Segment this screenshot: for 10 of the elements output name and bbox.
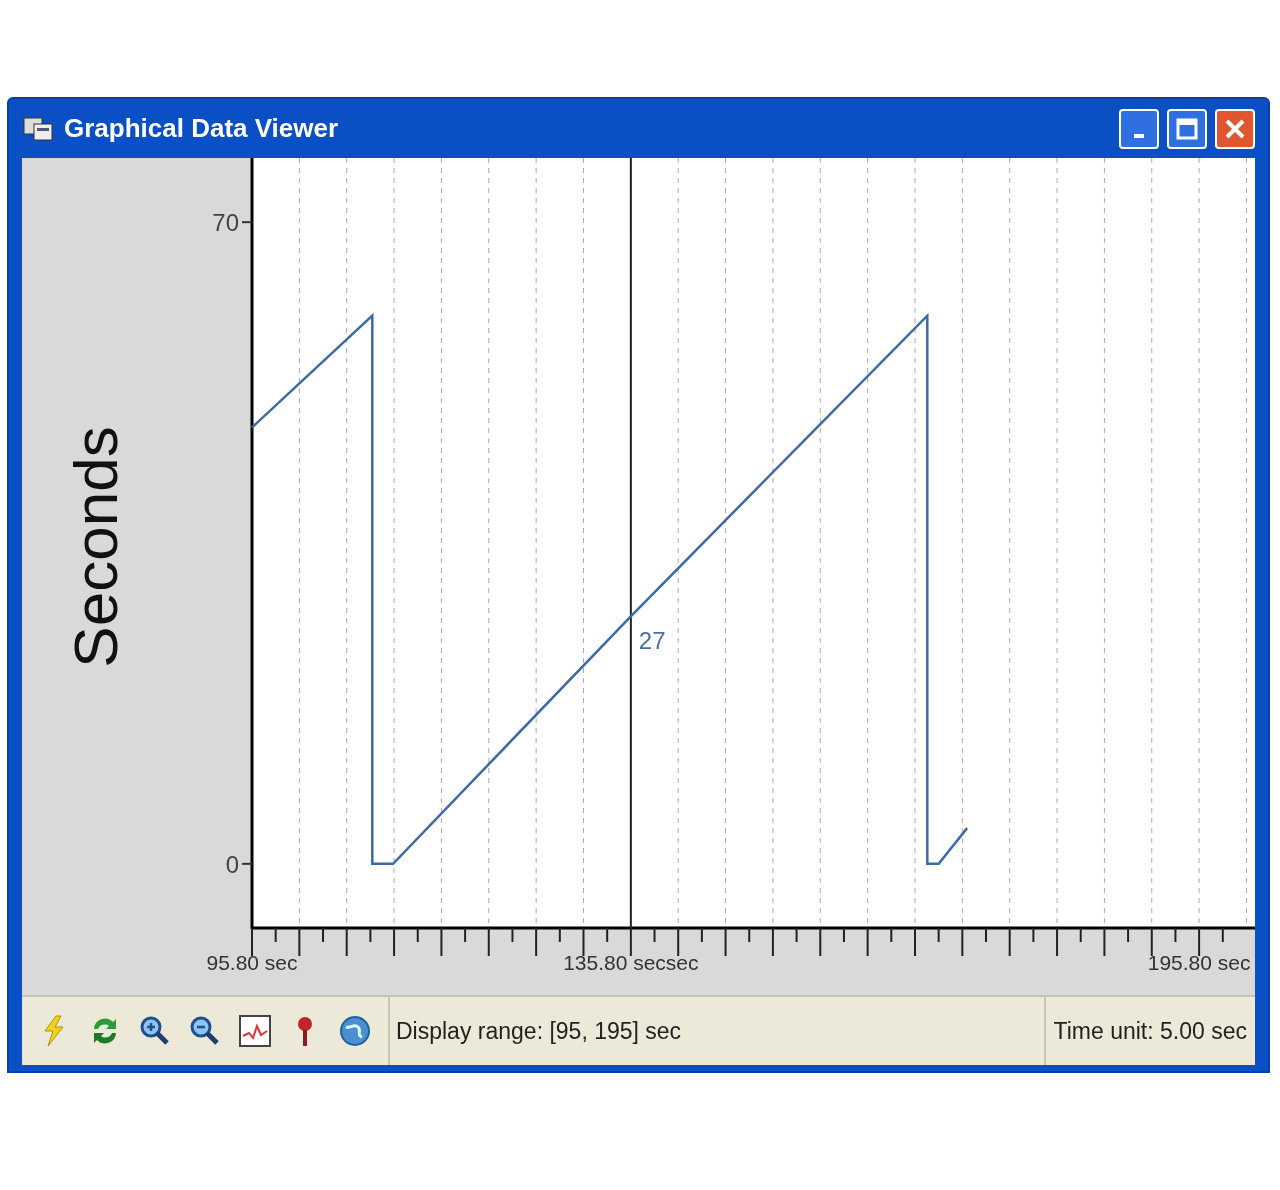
tick-label: 70 — [212, 209, 239, 237]
tick-label: 0 — [225, 850, 239, 878]
display-range-text: Display range: [95, 195] sec — [396, 1016, 682, 1046]
tick-label: 195.80 sec — [1147, 951, 1251, 974]
data-label: 27 — [638, 627, 666, 655]
tick-label: 135.80 secsec — [563, 951, 699, 974]
axis-title: Seconds — [61, 426, 130, 668]
window-title: Graphical Data Viewer — [64, 112, 340, 145]
time-unit-text: Time unit: 5.00 sec — [1053, 1016, 1247, 1046]
tick-label: 95.80 sec — [206, 951, 298, 974]
